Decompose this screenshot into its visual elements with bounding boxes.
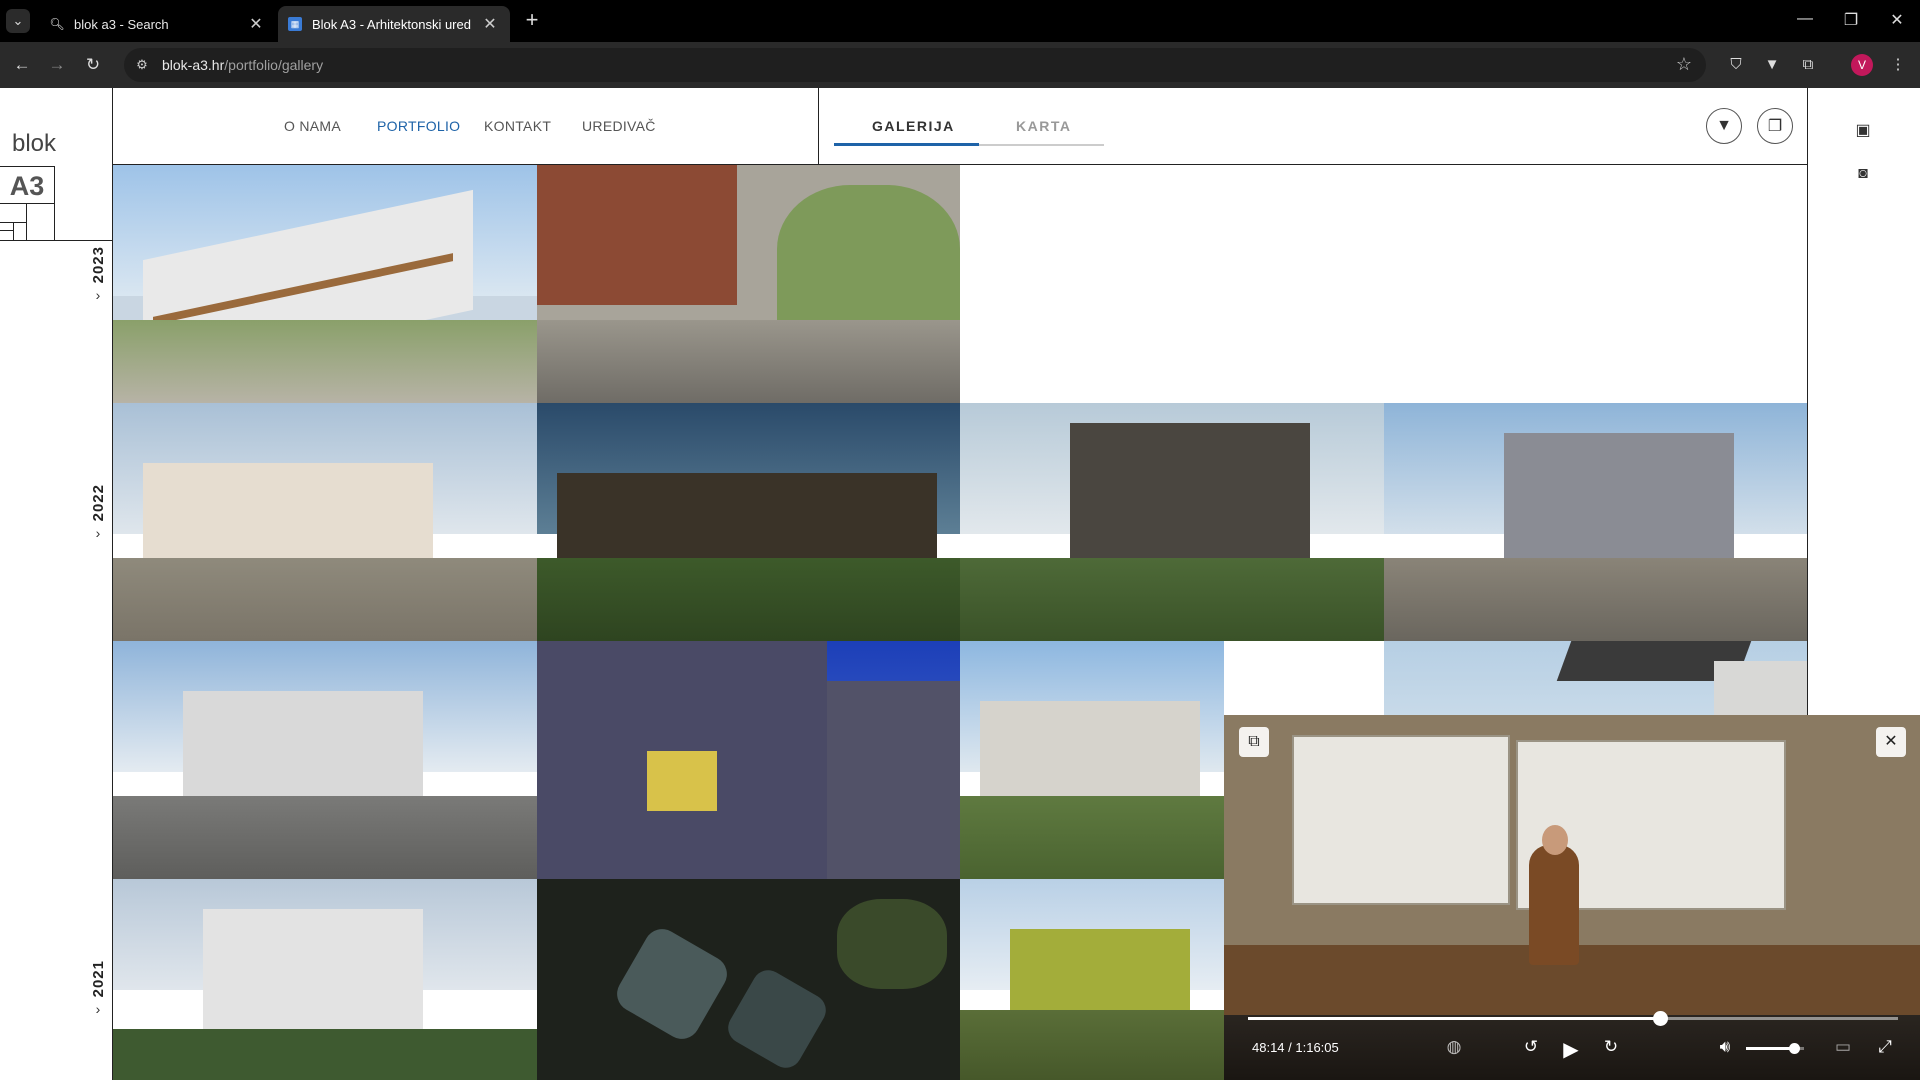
video-frame-board (1292, 735, 1510, 905)
volume-fill (1746, 1047, 1794, 1050)
logo-grid (0, 204, 55, 240)
restore-icon[interactable]: ❐ (1836, 10, 1866, 30)
instagram-icon[interactable]: ◙ (1852, 163, 1874, 185)
video-overlay[interactable]: ⧉ ✕ 48:14 / 1:16:05 ◍ ↺ ▶ ↻ 🔊︎ ▭ ⤢ (1224, 715, 1920, 1080)
nav-portfolio[interactable]: PORTFOLIO (377, 118, 460, 134)
gallery-tile[interactable] (960, 879, 1224, 1080)
divider (0, 240, 113, 241)
tab-search-chevron-icon[interactable]: ⌄ (6, 9, 30, 33)
year-2023-toggle[interactable]: 2023 › (88, 246, 108, 303)
document-icon: ❐ (1767, 118, 1783, 135)
shield-extension-icon[interactable]: ⛉ (1724, 53, 1748, 77)
gallery-tile[interactable] (537, 879, 960, 1080)
chevron-right-icon: › (95, 287, 101, 304)
volume-knob[interactable] (1788, 1043, 1800, 1054)
reload-icon[interactable]: ↻ (80, 52, 106, 78)
gallery-tile[interactable] (537, 165, 960, 403)
year-label: 2021 (89, 960, 107, 998)
chevron-right-icon: › (95, 525, 101, 542)
volume-slider[interactable] (1746, 1043, 1804, 1054)
menu-dots-icon[interactable]: ⋮ (1886, 53, 1910, 77)
gallery-tile[interactable] (113, 641, 537, 879)
video-frame-person (1529, 845, 1579, 965)
gallery-tile[interactable] (113, 879, 537, 1080)
return-to-tab-icon: ⧉ (1248, 733, 1260, 750)
header-divider (818, 88, 819, 165)
tab-title: Blok A3 - Arhitektonski ured (312, 16, 471, 32)
logo-column: blok A3 2023 › 2022 › 2021 › (0, 88, 113, 1080)
forward-10-icon[interactable]: ↻ (1598, 1037, 1624, 1057)
tab-active-indicator (834, 143, 979, 146)
site-info-icon[interactable]: ⚙ (132, 57, 152, 73)
captions-icon[interactable]: ◍ (1441, 1037, 1467, 1057)
minimize-icon[interactable]: — (1790, 10, 1820, 28)
gallery-tile[interactable] (537, 403, 960, 641)
year-label: 2023 (89, 246, 107, 284)
year-label: 2022 (89, 484, 107, 522)
close-icon: ✕ (1884, 733, 1898, 750)
progress-knob[interactable] (1653, 1011, 1669, 1026)
year-2022-toggle[interactable]: 2022 › (88, 484, 108, 541)
chevron-right-icon: › (95, 1001, 101, 1018)
back-arrow-icon[interactable]: ← (9, 52, 35, 78)
nav-o-nama[interactable]: O NAMA (284, 118, 341, 134)
facebook-icon[interactable]: ▣ (1852, 120, 1874, 142)
logo-text[interactable]: blok (12, 130, 56, 158)
tab-search-results[interactable]: 🔍︎ blok a3 - Search ✕ (40, 6, 276, 42)
search-icon: 🔍︎ (49, 17, 65, 31)
forward-arrow-icon[interactable]: → (44, 52, 70, 78)
close-window-icon[interactable]: ✕ (1882, 10, 1912, 30)
url-text: blok-a3.hr/portfolio/gallery (162, 57, 324, 73)
site-favicon-icon: ▦ (288, 17, 302, 31)
filter-icon: ▼ (1716, 117, 1732, 134)
copy-button[interactable]: ❐ (1757, 108, 1793, 144)
address-bar[interactable]: ⚙ blok-a3.hr/portfolio/gallery ☆ (124, 48, 1706, 82)
close-tab-icon[interactable]: ✕ (246, 14, 266, 34)
nav-uredivac[interactable]: UREDIVAČ (582, 118, 656, 134)
browser-tab-bar: ⌄ 🔍︎ blok a3 - Search ✕ ▦ Blok A3 - Arhi… (0, 0, 1920, 42)
video-frame-head (1542, 825, 1568, 855)
back-to-tab-button[interactable]: ⧉ (1239, 727, 1269, 757)
volume-icon[interactable]: 🔊︎ (1712, 1037, 1738, 1057)
progress-fill (1248, 1017, 1661, 1020)
gallery-tile[interactable] (113, 165, 537, 403)
rewind-10-icon[interactable]: ↺ (1518, 1037, 1544, 1057)
subtitles-icon[interactable]: ▭ (1830, 1037, 1856, 1057)
video-time: 48:14 / 1:16:05 (1252, 1040, 1339, 1055)
gallery-tile[interactable] (960, 403, 1384, 641)
site-header: O NAMA PORTFOLIO KONTAKT UREDIVAČ GALERI… (113, 88, 1807, 165)
nav-kontakt[interactable]: KONTAKT (484, 118, 551, 134)
tab-title: blok a3 - Search (74, 16, 169, 32)
close-video-button[interactable]: ✕ (1876, 727, 1906, 757)
tab-galerija[interactable]: GALERIJA (872, 118, 955, 134)
logo-mark[interactable]: A3 (0, 166, 55, 204)
fullscreen-icon[interactable]: ⤢ (1872, 1037, 1898, 1057)
play-icon[interactable]: ▶ (1558, 1037, 1584, 1062)
vpn-extension-icon[interactable]: ▼ (1760, 53, 1784, 77)
tab-karta[interactable]: KARTA (1016, 118, 1071, 134)
gallery-tile[interactable] (537, 641, 960, 879)
new-tab-plus-icon[interactable]: + (520, 8, 544, 32)
profile-avatar[interactable]: V (1851, 54, 1873, 76)
browser-toolbar: ← → ↻ ⚙ blok-a3.hr/portfolio/gallery ☆ ⛉… (0, 42, 1920, 88)
year-2021-toggle[interactable]: 2021 › (88, 960, 108, 1017)
gallery-tile[interactable] (113, 403, 537, 641)
tab-blok-a3[interactable]: ▦ Blok A3 - Arhitektonski ured ✕ (278, 6, 510, 42)
gallery-tile[interactable] (1384, 403, 1807, 641)
gallery-tile[interactable] (960, 641, 1224, 879)
video-progress-bar[interactable] (1248, 1011, 1898, 1026)
extensions-puzzle-icon[interactable]: ⧉ (1796, 53, 1820, 77)
close-tab-icon[interactable]: ✕ (480, 14, 500, 34)
bookmark-star-icon[interactable]: ☆ (1676, 54, 1692, 75)
filter-button[interactable]: ▼ (1706, 108, 1742, 144)
